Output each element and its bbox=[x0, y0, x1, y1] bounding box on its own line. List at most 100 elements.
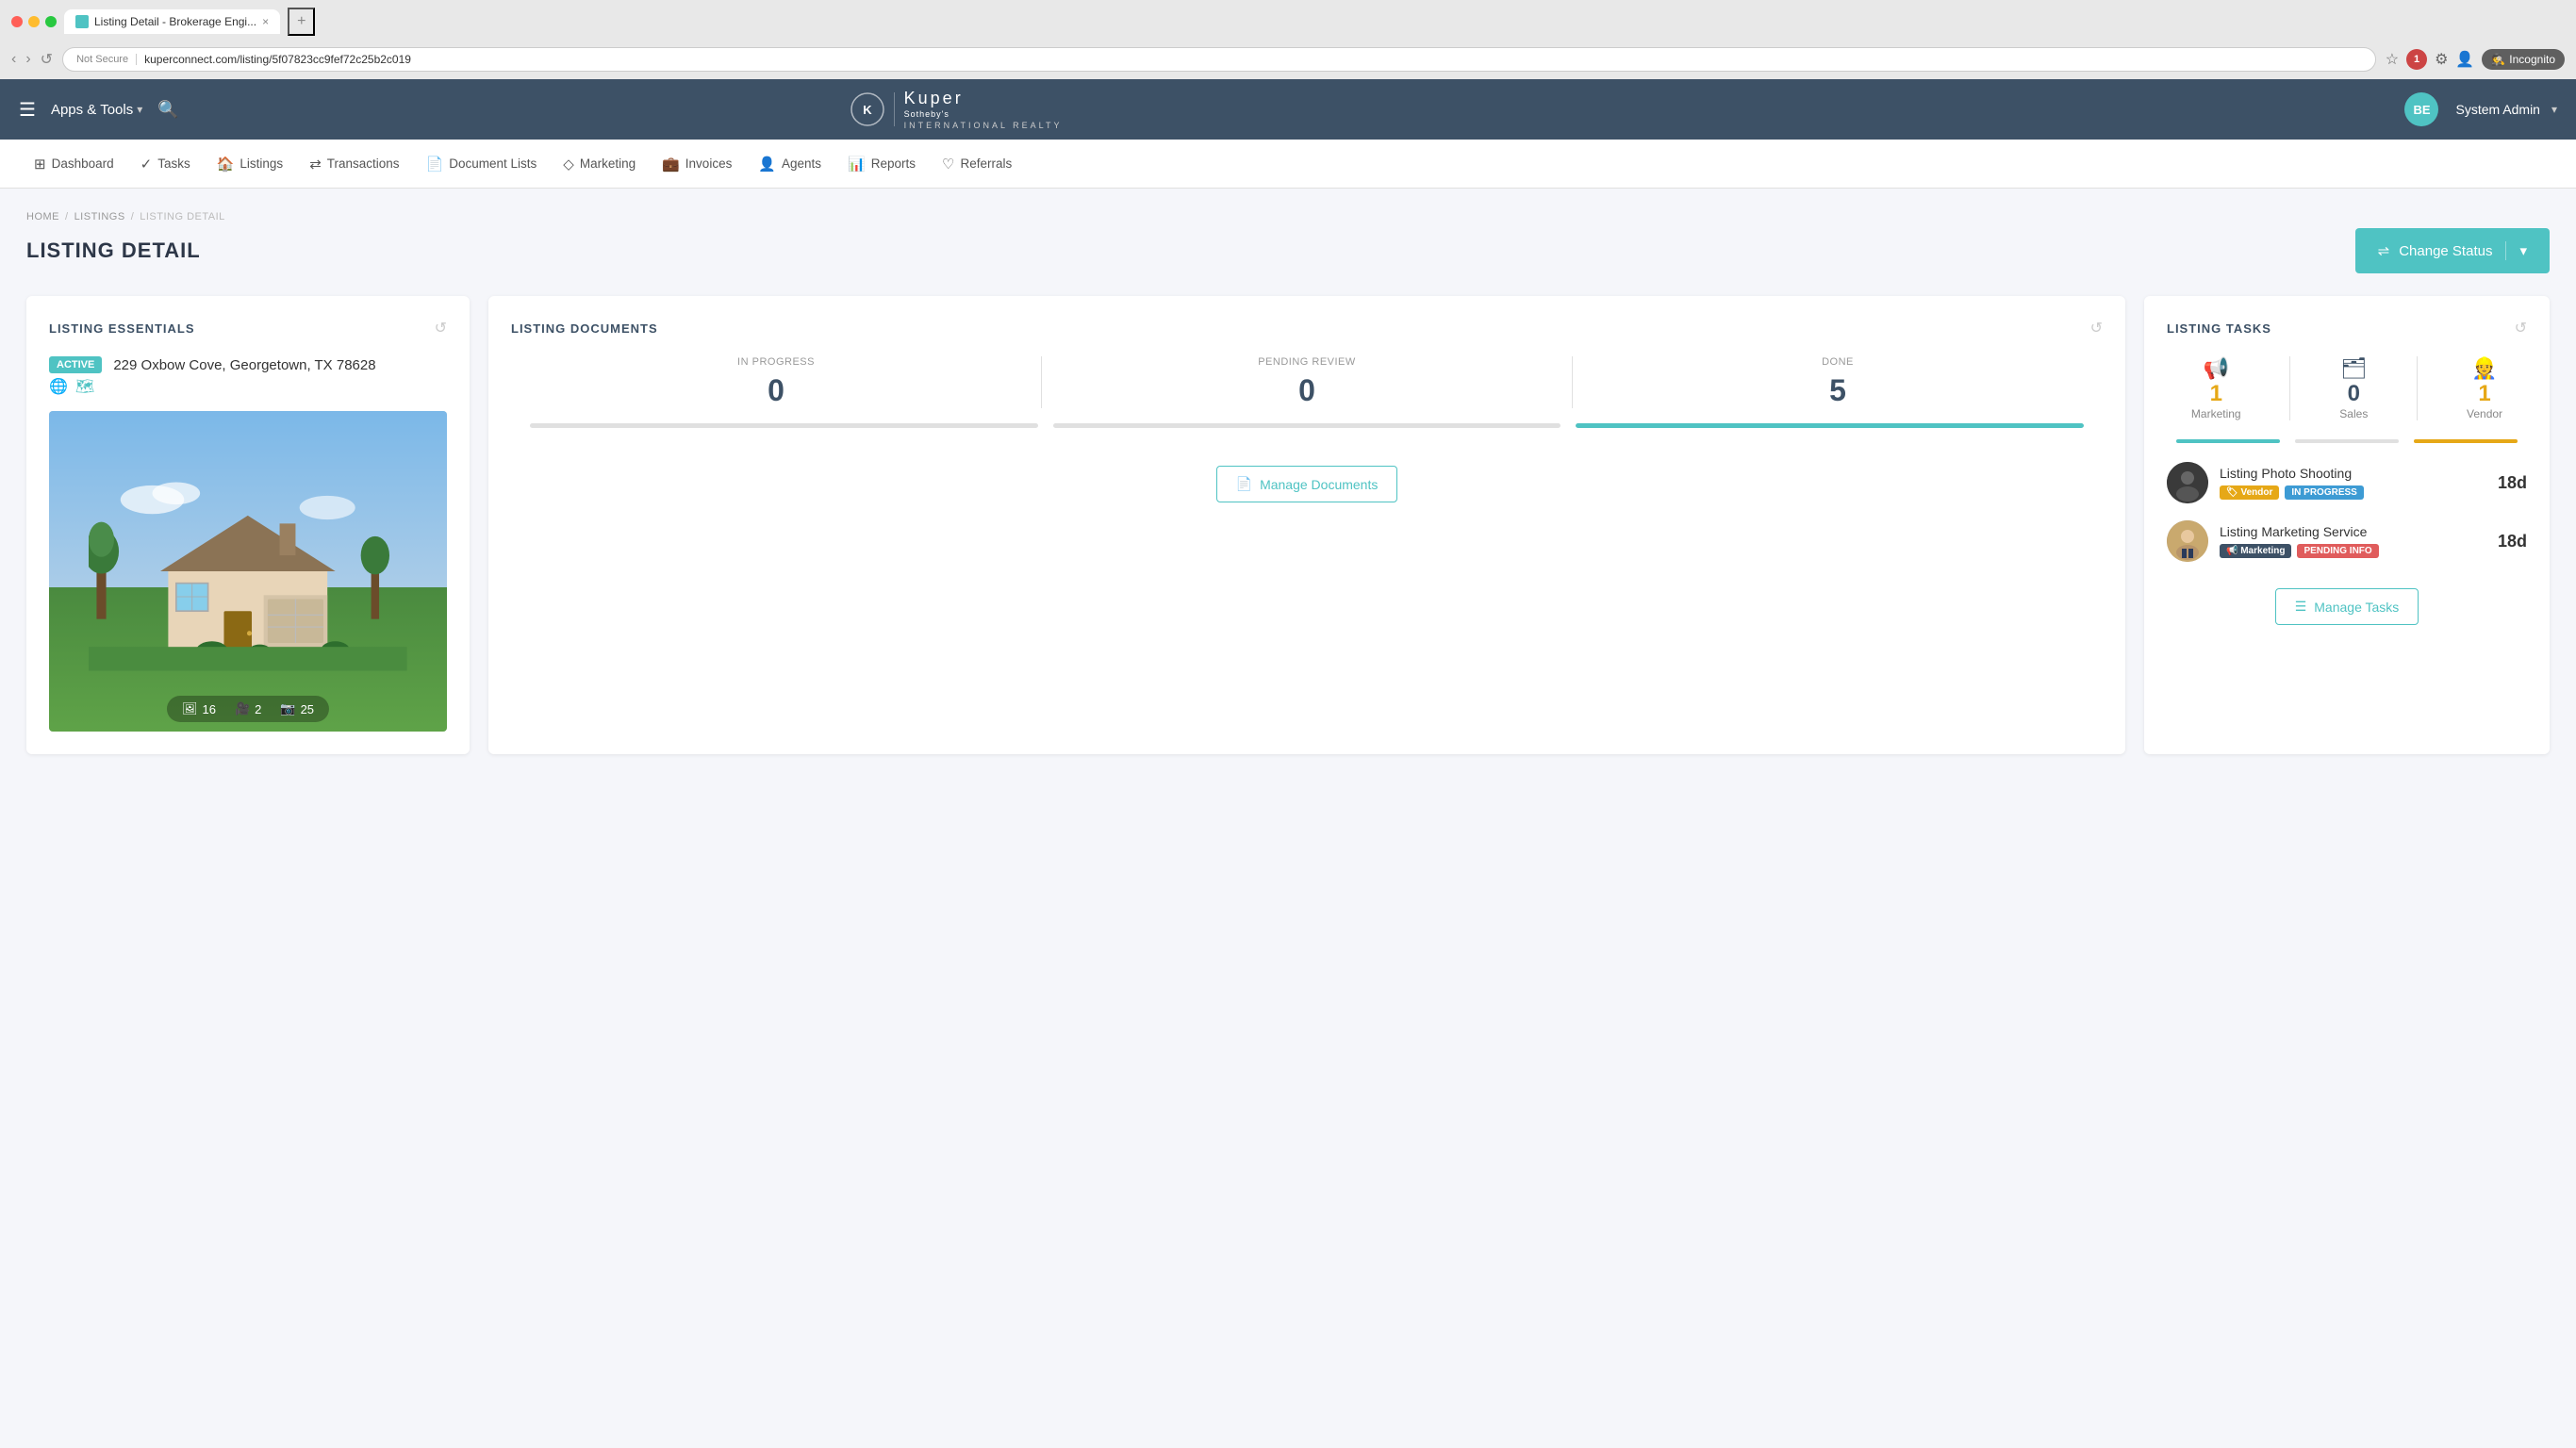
sales-task-stat: 🗂 0 Sales bbox=[2339, 356, 2368, 420]
task-days-1: 18d bbox=[2498, 532, 2527, 551]
marketing-task-label: Marketing bbox=[2191, 407, 2241, 420]
dot-maximize[interactable] bbox=[45, 16, 57, 27]
task-item-1: Listing Marketing Service 📢 Marketing PE… bbox=[2167, 520, 2527, 562]
change-status-label: Change Status bbox=[2399, 243, 2492, 259]
nav-referrals[interactable]: ♡ Referrals bbox=[931, 140, 1023, 189]
document-lists-icon: 📄 bbox=[426, 156, 444, 173]
task-badge-status-1: PENDING INFO bbox=[2297, 544, 2378, 558]
map-icon[interactable]: 🗺 bbox=[75, 377, 94, 396]
listing-tasks-refresh-icon[interactable]: ↺ bbox=[2515, 319, 2527, 337]
tab-close-button[interactable]: × bbox=[262, 15, 269, 28]
breadcrumb-home[interactable]: HOME bbox=[26, 211, 59, 222]
nav-marketing[interactable]: ◇ Marketing bbox=[552, 140, 647, 189]
transactions-icon: ⇄ bbox=[309, 156, 322, 173]
url-text: kuperconnect.com/listing/5f07823cc9fef72… bbox=[144, 53, 411, 66]
task-avatar-0 bbox=[2167, 462, 2208, 503]
done-bar-fill bbox=[1576, 423, 2084, 428]
extensions-icon[interactable]: ⚙ bbox=[2435, 50, 2448, 69]
manage-tasks-label: Manage Tasks bbox=[2314, 600, 2399, 615]
nav-tasks[interactable]: ✓ Tasks bbox=[129, 140, 202, 189]
browser-dots bbox=[11, 16, 57, 27]
in-progress-value: 0 bbox=[511, 373, 1041, 408]
nav-invoices[interactable]: 💼 Invoices bbox=[651, 140, 743, 189]
btn-divider bbox=[2505, 241, 2506, 260]
vendor-task-icon: 👷 bbox=[2467, 356, 2502, 381]
apps-tools-chevron-icon: ▾ bbox=[137, 103, 142, 116]
browser-actions: ☆ 1 ⚙ 👤 🕵 Incognito bbox=[2386, 49, 2565, 70]
breadcrumb: HOME / LISTINGS / LISTING DETAIL bbox=[26, 211, 2550, 222]
listing-essentials-header: LISTING ESSENTIALS ↺ bbox=[49, 319, 447, 337]
hamburger-menu-icon[interactable]: ☰ bbox=[19, 98, 36, 122]
sales-task-icon: 🗂 bbox=[2339, 356, 2368, 381]
nav-document-lists[interactable]: 📄 Document Lists bbox=[415, 140, 549, 189]
tour-count: 25 bbox=[301, 702, 314, 716]
user-dropdown-icon[interactable]: ▾ bbox=[2551, 103, 2557, 116]
kuper-logo-icon: K bbox=[850, 92, 884, 126]
task-badges-0: 🏷 Vendor IN PROGRESS bbox=[2220, 485, 2486, 500]
pending-bar-wrap bbox=[1053, 423, 1561, 428]
header-search-icon[interactable]: 🔍 bbox=[157, 100, 178, 120]
photo-count: 16 bbox=[202, 702, 215, 716]
nav-referrals-label: Referrals bbox=[960, 156, 1012, 171]
change-status-button[interactable]: ⇌ Change Status ▾ bbox=[2355, 228, 2550, 273]
cards-grid: LISTING ESSENTIALS ↺ ACTIVE 229 Oxbow Co… bbox=[26, 296, 2550, 754]
forward-button[interactable]: › bbox=[25, 51, 30, 68]
nav-agents[interactable]: 👤 Agents bbox=[747, 140, 833, 189]
dot-close[interactable] bbox=[11, 16, 23, 27]
breadcrumb-current: LISTING DETAIL bbox=[140, 211, 225, 222]
globe-icon[interactable]: 🌐 bbox=[49, 377, 68, 396]
breadcrumb-listings[interactable]: LISTINGS bbox=[74, 211, 125, 222]
address-bar[interactable]: Not Secure kuperconnect.com/listing/5f07… bbox=[62, 47, 2376, 72]
listing-documents-refresh-icon[interactable]: ↺ bbox=[2090, 319, 2103, 337]
address-line: ACTIVE 229 Oxbow Cove, Georgetown, TX 78… bbox=[49, 356, 447, 373]
marketing-task-icon: 📢 bbox=[2191, 356, 2241, 381]
refresh-button[interactable]: ↺ bbox=[41, 50, 53, 69]
incognito-icon: 🕵 bbox=[2491, 53, 2505, 66]
dot-minimize[interactable] bbox=[28, 16, 40, 27]
profile-icon[interactable]: 👤 bbox=[2455, 50, 2474, 69]
pending-bar bbox=[1053, 423, 1561, 428]
listing-essentials-title: LISTING ESSENTIALS bbox=[49, 321, 195, 336]
apps-tools-menu[interactable]: Apps & Tools ▾ bbox=[51, 102, 142, 118]
browser-chrome: Listing Detail - Brokerage Engi... × + ‹… bbox=[0, 0, 2576, 79]
done-bar bbox=[1576, 423, 2084, 428]
user-avatar: BE bbox=[2404, 92, 2438, 126]
active-status-badge: ACTIVE bbox=[49, 356, 102, 373]
manage-docs-btn-wrap: 📄 Manage Documents bbox=[511, 466, 2103, 502]
task-title-0: Listing Photo Shooting bbox=[2220, 466, 2486, 481]
docs-stats-row: IN PROGRESS 0 PENDING REVIEW 0 DONE 5 bbox=[511, 356, 2103, 408]
listing-tasks-header: LISTING TASKS ↺ bbox=[2167, 319, 2527, 337]
manage-docs-icon: 📄 bbox=[1236, 476, 1252, 492]
nav-listings[interactable]: 🏠 Listings bbox=[206, 140, 294, 189]
listings-icon: 🏠 bbox=[217, 156, 235, 173]
nav-reports[interactable]: 📊 Reports bbox=[836, 140, 927, 189]
nav-transactions-label: Transactions bbox=[327, 156, 400, 171]
pending-review-value: 0 bbox=[1042, 373, 1572, 408]
manage-documents-button[interactable]: 📄 Manage Documents bbox=[1216, 466, 1398, 502]
task-badge-status-0: IN PROGRESS bbox=[2285, 485, 2363, 500]
tour-icon: 📷 bbox=[280, 701, 295, 716]
in-progress-label: IN PROGRESS bbox=[511, 356, 1041, 368]
nav-dashboard[interactable]: ⊞ Dashboard bbox=[23, 140, 125, 189]
listing-documents-title: LISTING DOCUMENTS bbox=[511, 321, 658, 336]
nav-marketing-label: Marketing bbox=[580, 156, 636, 171]
dashboard-icon: ⊞ bbox=[34, 156, 46, 173]
nav-tasks-label: Tasks bbox=[157, 156, 190, 171]
manage-tasks-button[interactable]: ☰ Manage Tasks bbox=[2275, 588, 2419, 625]
listing-essentials-refresh-icon[interactable]: ↺ bbox=[435, 319, 447, 337]
extension-badge[interactable]: 1 bbox=[2406, 49, 2427, 70]
back-button[interactable]: ‹ bbox=[11, 51, 16, 68]
manage-tasks-icon: ☰ bbox=[2295, 599, 2307, 615]
new-tab-button[interactable]: + bbox=[288, 8, 315, 36]
browser-tab[interactable]: Listing Detail - Brokerage Engi... × bbox=[64, 9, 280, 34]
page-title: LISTING DETAIL bbox=[26, 239, 201, 263]
bookmark-icon[interactable]: ☆ bbox=[2386, 50, 2399, 69]
in-progress-stat: IN PROGRESS 0 bbox=[511, 356, 1041, 408]
task-progress-bars bbox=[2167, 439, 2527, 443]
sales-task-label: Sales bbox=[2339, 407, 2368, 420]
image-footer: 🖼 16 🎥 2 📷 25 bbox=[167, 696, 329, 722]
nav-transactions[interactable]: ⇄ Transactions bbox=[298, 140, 410, 189]
reports-icon: 📊 bbox=[848, 156, 866, 173]
marketing-task-bar bbox=[2176, 439, 2280, 443]
listing-documents-header: LISTING DOCUMENTS ↺ bbox=[511, 319, 2103, 337]
